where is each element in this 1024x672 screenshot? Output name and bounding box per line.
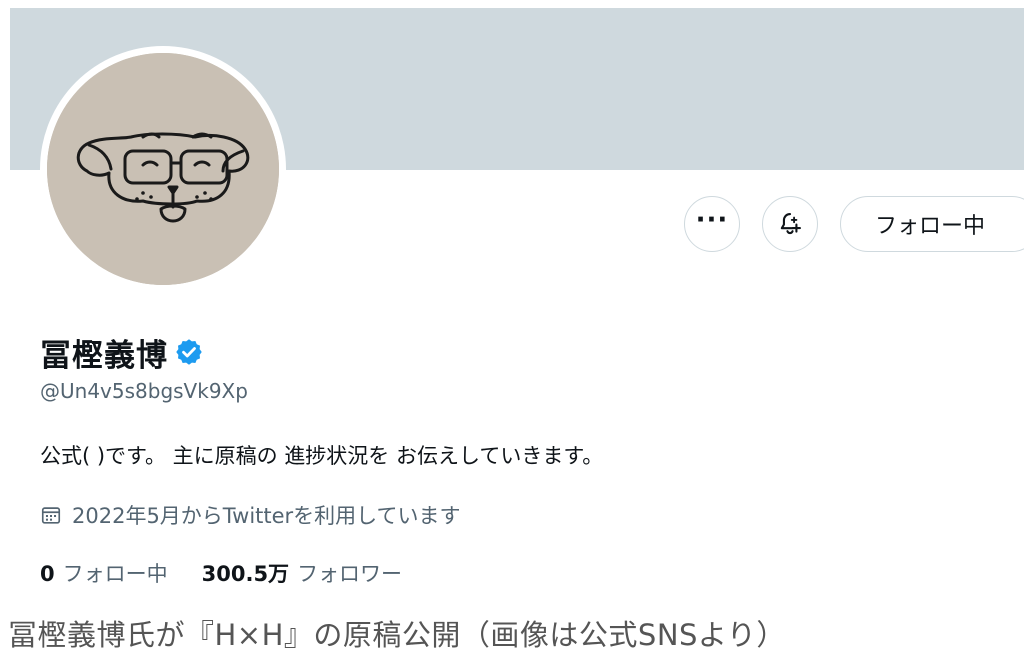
followers-label: フォロワー xyxy=(297,562,403,586)
page: ··· フォロー中 冨樫義博 @Un4v5s8bgsVk9Xp 公式( )です。… xyxy=(0,0,1024,672)
calendar-icon xyxy=(41,507,61,524)
avatar-drawing xyxy=(47,53,279,285)
joined-date-text: 2022年5月からTwitterを利用しています xyxy=(72,504,461,528)
display-name: 冨樫義博 xyxy=(40,337,168,374)
profile-handle: @Un4v5s8bgsVk9Xp xyxy=(40,379,248,403)
joined-date-row: 2022年5月からTwitterを利用しています xyxy=(40,500,461,530)
profile-card: ··· フォロー中 冨樫義博 @Un4v5s8bgsVk9Xp 公式( )です。… xyxy=(10,8,1024,588)
following-stat[interactable]: 0 フォロー中 xyxy=(40,558,168,588)
notification-bell-plus-icon xyxy=(780,213,801,235)
following-count: 0 xyxy=(40,562,55,586)
display-name-row: 冨樫義博 xyxy=(40,330,204,374)
notification-button[interactable] xyxy=(762,196,818,252)
followers-stat[interactable]: 300.5万 フォロワー xyxy=(202,558,402,588)
following-label: フォロー中 xyxy=(62,562,168,586)
verified-badge-icon[interactable] xyxy=(174,337,204,367)
following-button-label: フォロー中 xyxy=(875,214,986,239)
avatar-ring xyxy=(40,46,286,292)
more-button[interactable]: ··· xyxy=(684,196,740,252)
image-caption: 冨樫義博氏が『H×H』の原稿公開（画像は公式SNSより） xyxy=(8,618,786,652)
followers-count: 300.5万 xyxy=(201,562,290,586)
profile-bio: 公式( )です。 主に原稿の 進捗状況を お伝えしていきます。 xyxy=(40,444,604,468)
avatar[interactable] xyxy=(47,53,279,285)
more-horizontal-icon: ··· xyxy=(695,205,729,235)
following-button[interactable]: フォロー中 xyxy=(840,196,1024,252)
follow-stats: 0 フォロー中 300.5万 フォロワー xyxy=(40,558,402,588)
